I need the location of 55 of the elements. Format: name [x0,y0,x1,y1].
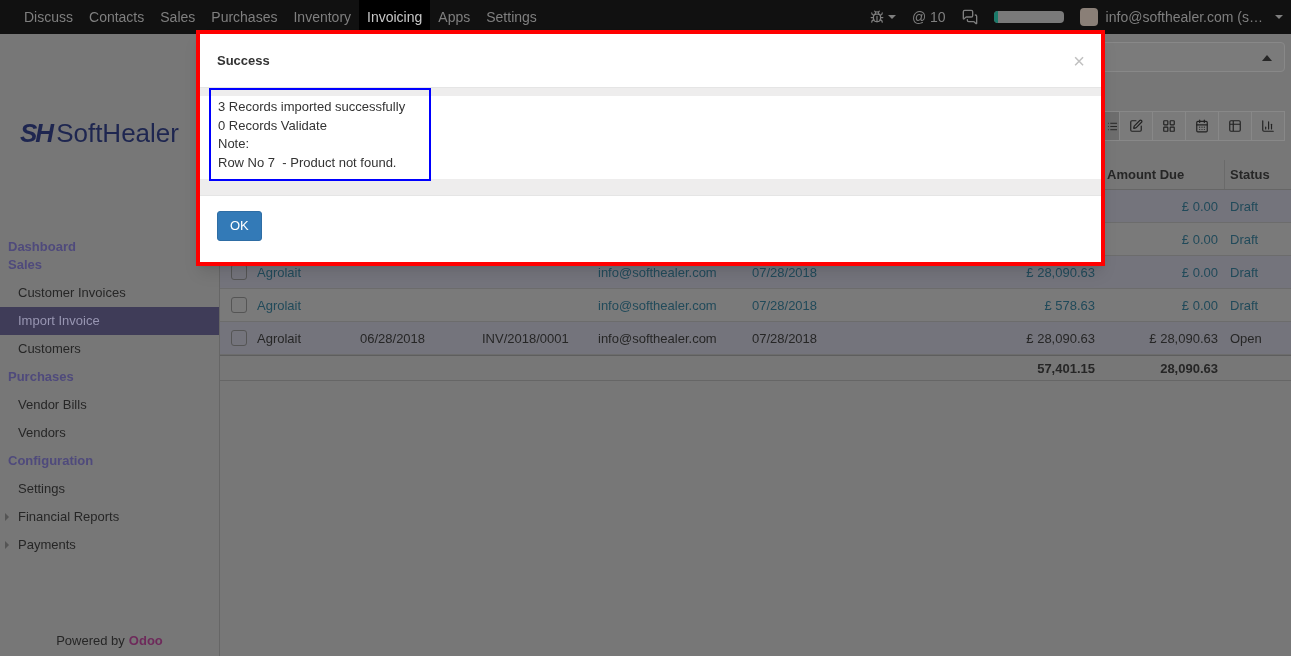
status-cell: Draft [1230,232,1259,247]
status-cell: Draft [1230,298,1259,313]
column-header[interactable]: Status [1225,160,1291,189]
close-button[interactable]: × [1073,50,1085,71]
invoice-date-cell: 06/28/2018 [360,331,426,346]
customer-cell: Agrolait [257,265,302,280]
sidebar-item[interactable]: Payments [0,531,219,559]
powered-by-text: Powered by [56,631,125,650]
due-date-cell: 07/28/2018 [752,265,818,280]
app-menu-item[interactable]: Sales [152,0,204,34]
amount-due-cell: £ 0.00 [1181,199,1218,214]
email-cell: info@softhealer.com [598,265,717,280]
amount-due-sum: 28,090.63 [1160,361,1218,376]
status-cell: Draft [1230,199,1259,214]
amount-due-cell: £ 0.00 [1181,298,1218,313]
customer-cell: Agrolait [257,331,302,346]
total-sum: 57,401.15 [1037,361,1095,376]
sidebar-item[interactable]: Vendors [0,419,219,447]
app-menu-item[interactable]: Settings [478,0,545,34]
app-menu-item[interactable]: Discuss [16,0,81,34]
sidebar-item[interactable]: Customers [0,335,219,363]
table-row[interactable]: Agrolait 06/28/2018 INV/2018/0001 info@softhealer.com 07/28/2018 £ 28,090.63 £ 28,090.63 Open [220,322,1291,355]
invoice-number-cell: INV/2018/0001 [482,331,569,346]
email-cell: info@softhealer.com [598,331,717,346]
dialog-title: Success [217,51,270,70]
app-menu-item[interactable]: Purchases [203,0,286,34]
sidebar-item[interactable]: Import Invoice [0,307,219,335]
message-line: 3 Records imported successfully [218,98,407,116]
company-logo: SHSoftHealer [19,120,180,146]
ok-button[interactable]: OK [217,211,262,241]
odoo-link[interactable]: Odoo [128,630,163,650]
message-line: Note: [218,135,251,154]
sidebar-item[interactable]: Vendor Bills [0,391,219,419]
amount-due-cell: £ 0.00 [1181,265,1218,280]
user-menu-button[interactable]: info@softhealer.com (s… [1079,6,1283,28]
status-cell: Open [1230,331,1262,346]
app-menu-item[interactable]: Apps [430,0,479,34]
due-date-cell: 07/28/2018 [752,331,818,346]
mentions-button[interactable]: @ 10 [911,6,946,28]
amount-due-cell: £ 0.00 [1181,232,1218,247]
sidebar-item[interactable]: Settings [0,475,219,503]
sidebar-item[interactable]: Customer Invoices [0,279,219,307]
total-cell: £ 28,090.63 [1026,331,1095,346]
app-menu-item[interactable]: Inventory [285,0,360,34]
total-cell: £ 28,090.63 [1026,265,1095,280]
message-line: 0 Records Validate [218,116,328,135]
amount-due-cell: £ 28,090.63 [1149,331,1218,346]
email-cell: info@softhealer.com [598,298,717,313]
message-line: Row No 7 - Product not found. [218,153,398,172]
customer-cell: Agrolait [257,298,302,313]
status-cell: Draft [1230,265,1259,280]
total-cell: £ 578.63 [1044,298,1095,313]
app-menu-item[interactable]: Contacts [81,0,153,34]
due-date-cell: 07/28/2018 [752,298,818,313]
sidebar-item[interactable]: Financial Reports [0,503,219,531]
